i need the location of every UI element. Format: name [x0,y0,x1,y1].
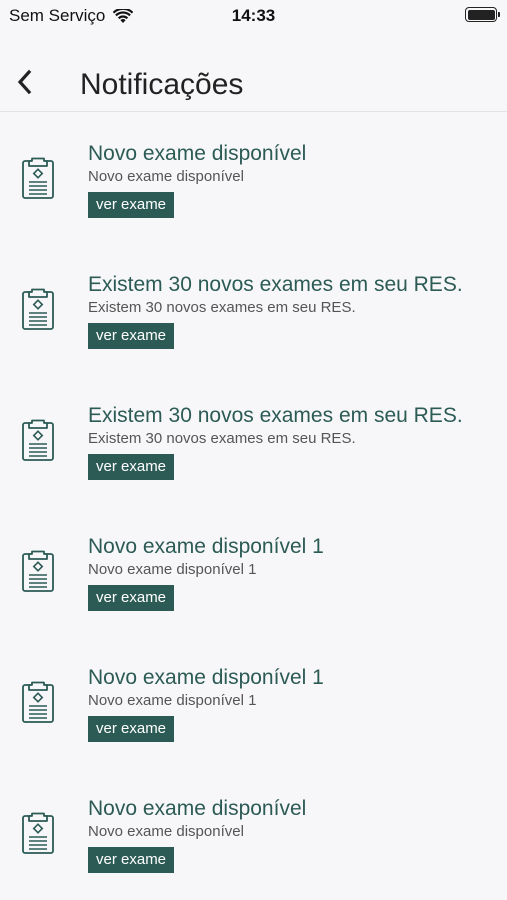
clipboard-icon [22,157,54,199]
page-title: Notificações [80,68,244,101]
status-right [465,7,500,22]
nav-bar: Notificações [0,30,507,112]
notification-subtitle: Existem 30 novos exames em seu RES. [88,430,356,447]
view-exam-button[interactable]: ver exame [88,847,175,873]
notification-subtitle: Novo exame disponível [88,823,244,840]
notification-body: Existem 30 novos exames em seu RES. Exis… [88,403,487,480]
notification-title: Novo exame disponível 1 [88,535,324,558]
clipboard-icon [22,681,54,723]
notification-item: Existem 30 novos exames em seu RES. Exis… [0,374,507,505]
notification-title: Novo exame disponível 1 [88,666,324,689]
clipboard-icon [22,550,54,592]
notification-item: Existem 30 novos exames em seu RES. Exis… [0,243,507,374]
notification-body: Existem 30 novos exames em seu RES. Exis… [88,272,487,349]
notification-item: Novo exame disponível Novo exame disponí… [0,767,507,898]
clipboard-icon [22,288,54,330]
notification-item: Novo exame disponível Novo exame disponí… [0,112,507,243]
notification-title: Existem 30 novos exames em seu RES. [88,273,463,296]
notification-item: Novo exame disponível 1 Novo exame dispo… [0,636,507,767]
clipboard-icon [22,812,54,854]
battery-fill [467,9,495,20]
back-button[interactable] [10,66,38,98]
notification-item: Novo exame disponível 1 Novo exame dispo… [0,505,507,636]
notification-subtitle: Novo exame disponível [88,168,244,185]
notification-subtitle: Novo exame disponível 1 [88,692,257,709]
clipboard-icon [22,419,54,461]
battery-icon [465,7,500,22]
notification-body: Novo exame disponível 1 Novo exame dispo… [88,665,487,742]
notification-body: Novo exame disponível Novo exame disponí… [88,141,487,218]
notification-subtitle: Existem 30 novos exames em seu RES. [88,299,356,316]
notification-body: Novo exame disponível Novo exame disponí… [88,796,487,873]
view-exam-button[interactable]: ver exame [88,716,175,742]
chevron-left-icon [17,69,32,95]
notification-list: Novo exame disponível Novo exame disponí… [0,112,507,898]
notification-title: Novo exame disponível [88,142,307,165]
notification-title: Existem 30 novos exames em seu RES. [88,404,463,427]
notification-body: Novo exame disponível 1 Novo exame dispo… [88,534,487,611]
view-exam-button[interactable]: ver exame [88,192,175,218]
view-exam-button[interactable]: ver exame [88,454,175,480]
notification-title: Novo exame disponível [88,797,307,820]
notification-subtitle: Novo exame disponível 1 [88,561,257,578]
view-exam-button[interactable]: ver exame [88,323,175,349]
view-exam-button[interactable]: ver exame [88,585,175,611]
status-time: 14:33 [231,6,276,25]
status-bar: Sem Serviço 14:33 [0,0,507,30]
